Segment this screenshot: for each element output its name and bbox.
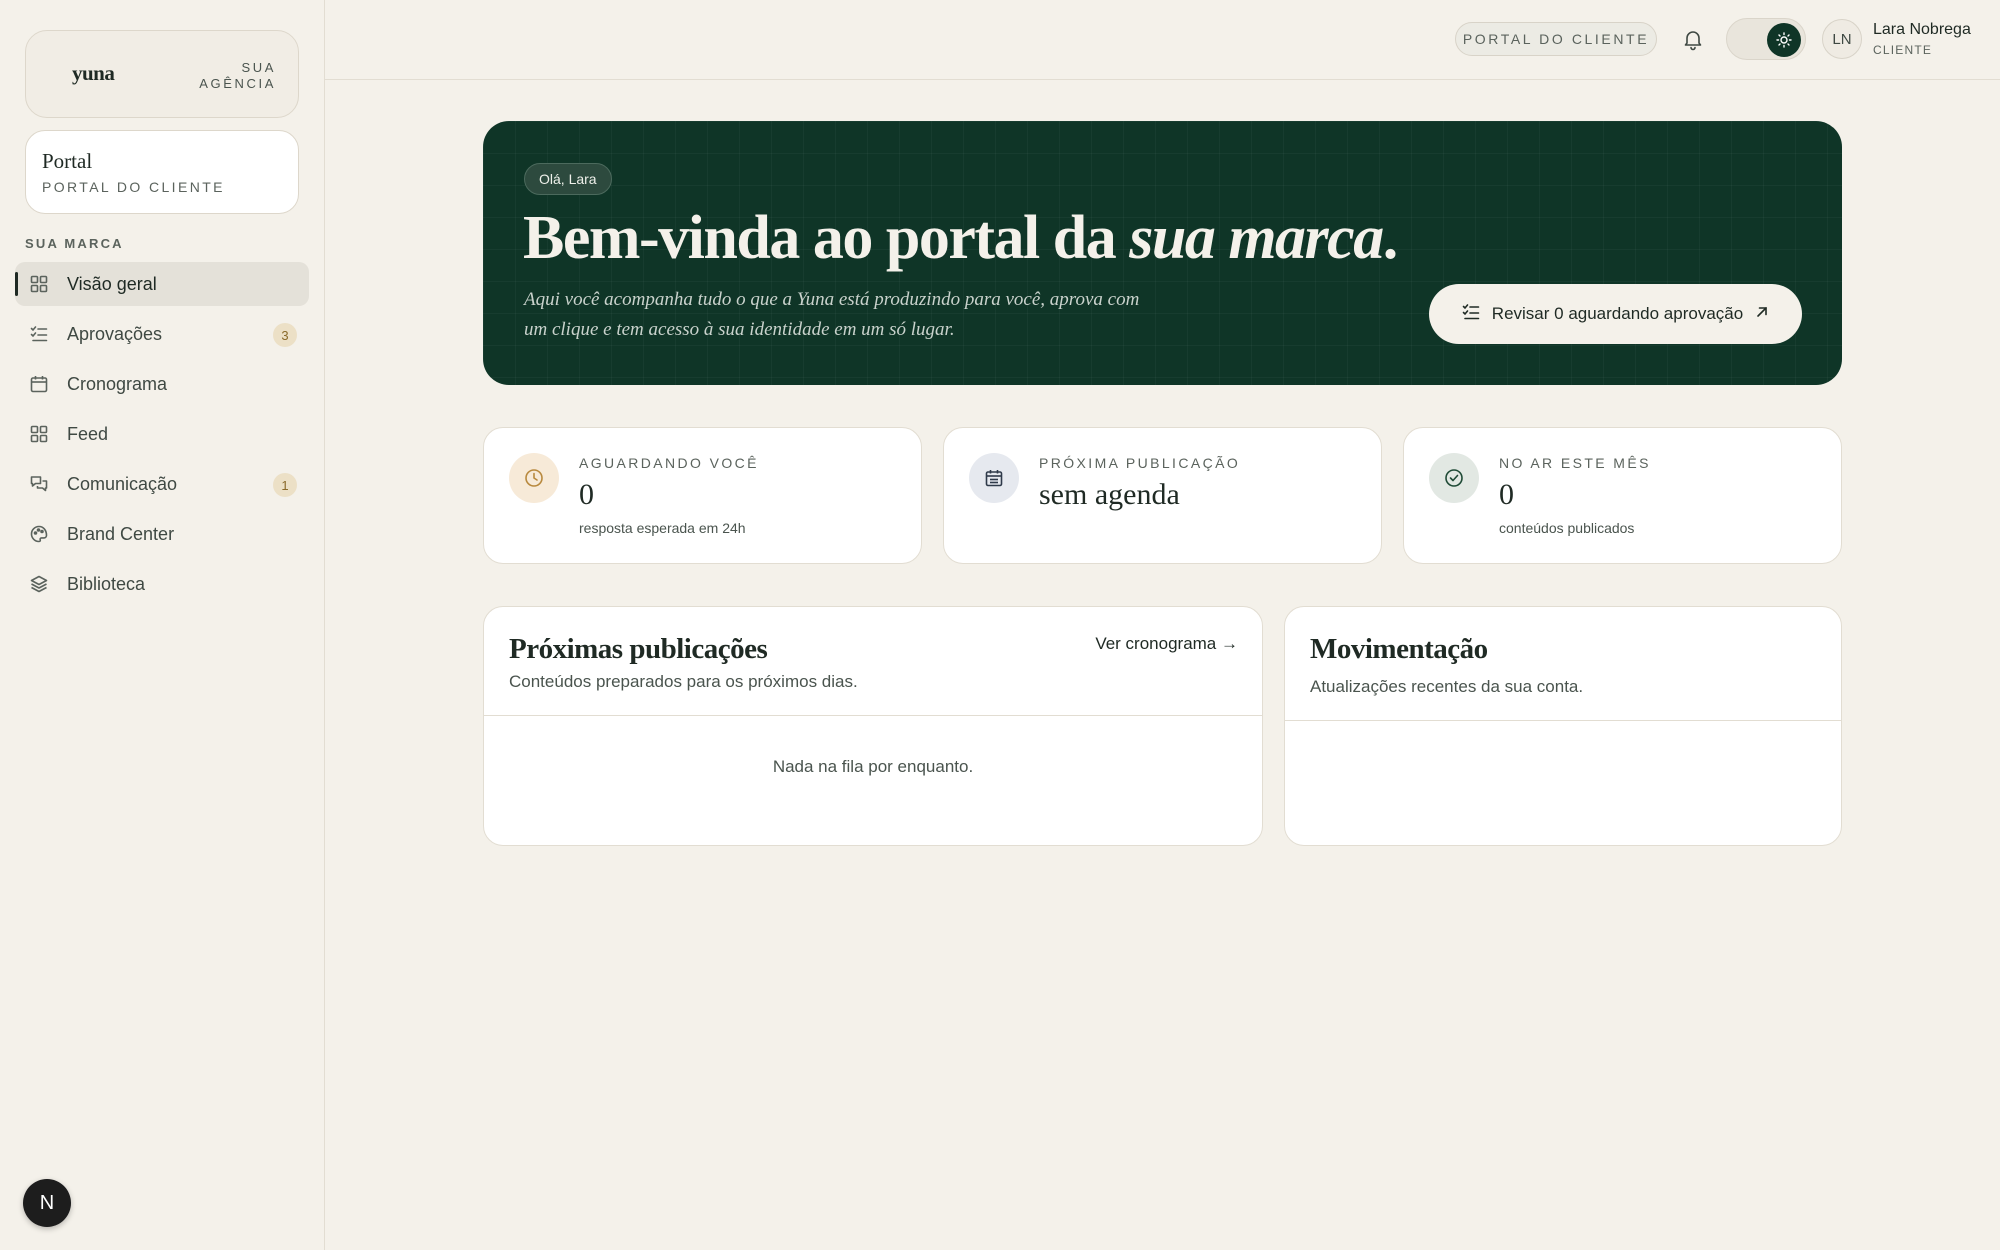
layers-icon: [29, 574, 49, 594]
divider: [1285, 720, 1841, 721]
stat-subtitle: conteúdos publicados: [1499, 520, 1635, 536]
palette-icon: [29, 524, 49, 544]
agency-label-line2: AGÊNCIA: [199, 76, 276, 91]
portal-title: Portal: [42, 149, 93, 173]
avatar[interactable]: LN: [1822, 19, 1862, 59]
sidebar-item-visao-geral[interactable]: Visão geral: [15, 262, 309, 306]
hero-title-end: .: [1382, 204, 1399, 272]
stat-card-next-post: PRÓXIMA PUBLICAÇÃO sem agenda: [943, 427, 1382, 564]
review-approvals-label: Revisar 0 aguardando aprovação: [1491, 304, 1744, 323]
empty-state-text: Nada na fila por enquanto.: [772, 757, 974, 776]
sun-icon: [1767, 23, 1801, 57]
panel-title: Próximas publicações: [509, 633, 768, 665]
panel-subtitle: Conteúdos preparados para os próximos di…: [509, 672, 858, 691]
sidebar-item-aprovacoes[interactable]: Aprovações 3: [15, 312, 309, 356]
sidebar-item-label: Cronograma: [67, 373, 168, 394]
sidebar: yuna SUA AGÊNCIA Portal PORTAL DO CLIENT…: [0, 0, 325, 1250]
agency-label: SUA AGÊNCIA: [199, 60, 276, 92]
hero-description: Aqui você acompanha tudo o que a Yuna es…: [524, 289, 1140, 340]
portal-switcher[interactable]: Portal PORTAL DO CLIENTE: [25, 130, 299, 214]
hero-title-emphasis: sua marca: [1129, 204, 1384, 272]
review-approvals-button[interactable]: Revisar 0 aguardando aprovação: [1429, 284, 1802, 344]
count-badge: 3: [273, 323, 297, 347]
stat-label: PRÓXIMA PUBLICAÇÃO: [1039, 455, 1241, 471]
portal-pill: PORTAL DO CLIENTE: [1455, 22, 1657, 56]
sidebar-nav: Visão geral Aprovações 3 Cronograma Feed: [15, 262, 309, 612]
divider: [484, 715, 1262, 716]
agency-brand-card[interactable]: yuna SUA AGÊNCIA: [25, 30, 299, 118]
hero-title: Bem-vinda ao portal da sua marca.: [523, 203, 1399, 274]
sidebar-item-feed[interactable]: Feed: [15, 412, 309, 456]
count-badge: 1: [273, 473, 297, 497]
arrow-up-right-icon: [1755, 304, 1769, 324]
sidebar-item-comunicacao[interactable]: Comunicação 1: [15, 462, 309, 506]
sidebar-item-label: Comunicação: [67, 473, 178, 494]
stat-subtitle: resposta esperada em 24h: [579, 520, 746, 536]
sidebar-item-biblioteca[interactable]: Biblioteca: [15, 562, 309, 606]
stat-value: 0: [1499, 478, 1514, 511]
stat-value: 0: [579, 478, 594, 511]
check-circle-icon: [1429, 453, 1479, 503]
agency-label-line1: SUA: [241, 60, 276, 75]
yuna-logo: yuna: [72, 61, 115, 85]
sidebar-item-label: Brand Center: [67, 523, 175, 544]
sidebar-item-label: Visão geral: [67, 273, 157, 294]
top-bar: PORTAL DO CLIENTE LN Lara Nobrega CLIENT…: [325, 0, 2000, 80]
calendar-icon: [969, 453, 1019, 503]
sidebar-item-label: Biblioteca: [67, 573, 146, 594]
view-schedule-link[interactable]: Ver cronograma →: [1095, 634, 1238, 654]
stat-label: AGUARDANDO VOCÊ: [579, 455, 759, 471]
clock-icon: [509, 453, 559, 503]
checklist-icon: [29, 324, 49, 344]
user-role: CLIENTE: [1873, 43, 1933, 57]
hero-title-start: Bem-vinda ao portal da: [523, 204, 1130, 272]
greeting-chip: Olá, Lara: [524, 163, 612, 195]
sidebar-item-brand-center[interactable]: Brand Center: [15, 512, 309, 556]
checklist-icon: [1462, 303, 1480, 326]
stat-value: sem agenda: [1039, 478, 1180, 511]
upcoming-posts-panel: Próximas publicações Conteúdos preparado…: [483, 606, 1263, 846]
sidebar-item-label: Aprovações: [67, 323, 163, 344]
sidebar-item-label: Feed: [67, 423, 109, 444]
welcome-hero: Olá, Lara Bem-vinda ao portal da sua mar…: [483, 121, 1842, 385]
stat-card-live-this-month: NO AR ESTE MÊS 0 conteúdos publicados: [1403, 427, 1842, 564]
panel-title: Movimentação: [1310, 633, 1488, 665]
theme-toggle[interactable]: [1726, 18, 1806, 60]
grid-icon: [29, 424, 49, 444]
stat-card-waiting: AGUARDANDO VOCÊ 0 resposta esperada em 2…: [483, 427, 922, 564]
section-label: SUA MARCA: [25, 236, 124, 251]
portal-subtitle: PORTAL DO CLIENTE: [42, 179, 225, 195]
calendar-icon: [29, 374, 49, 394]
bell-icon[interactable]: [1681, 27, 1705, 51]
grid-icon: [29, 274, 49, 294]
stat-label: NO AR ESTE MÊS: [1499, 455, 1651, 471]
sidebar-item-cronograma[interactable]: Cronograma: [15, 362, 309, 406]
user-name: Lara Nobrega: [1873, 21, 1971, 38]
panel-subtitle: Atualizações recentes da sua conta.: [1310, 677, 1584, 696]
next-devtools-button[interactable]: N: [23, 1179, 71, 1227]
activity-panel: Movimentação Atualizações recentes da su…: [1284, 606, 1842, 846]
chat-icon: [29, 474, 49, 494]
